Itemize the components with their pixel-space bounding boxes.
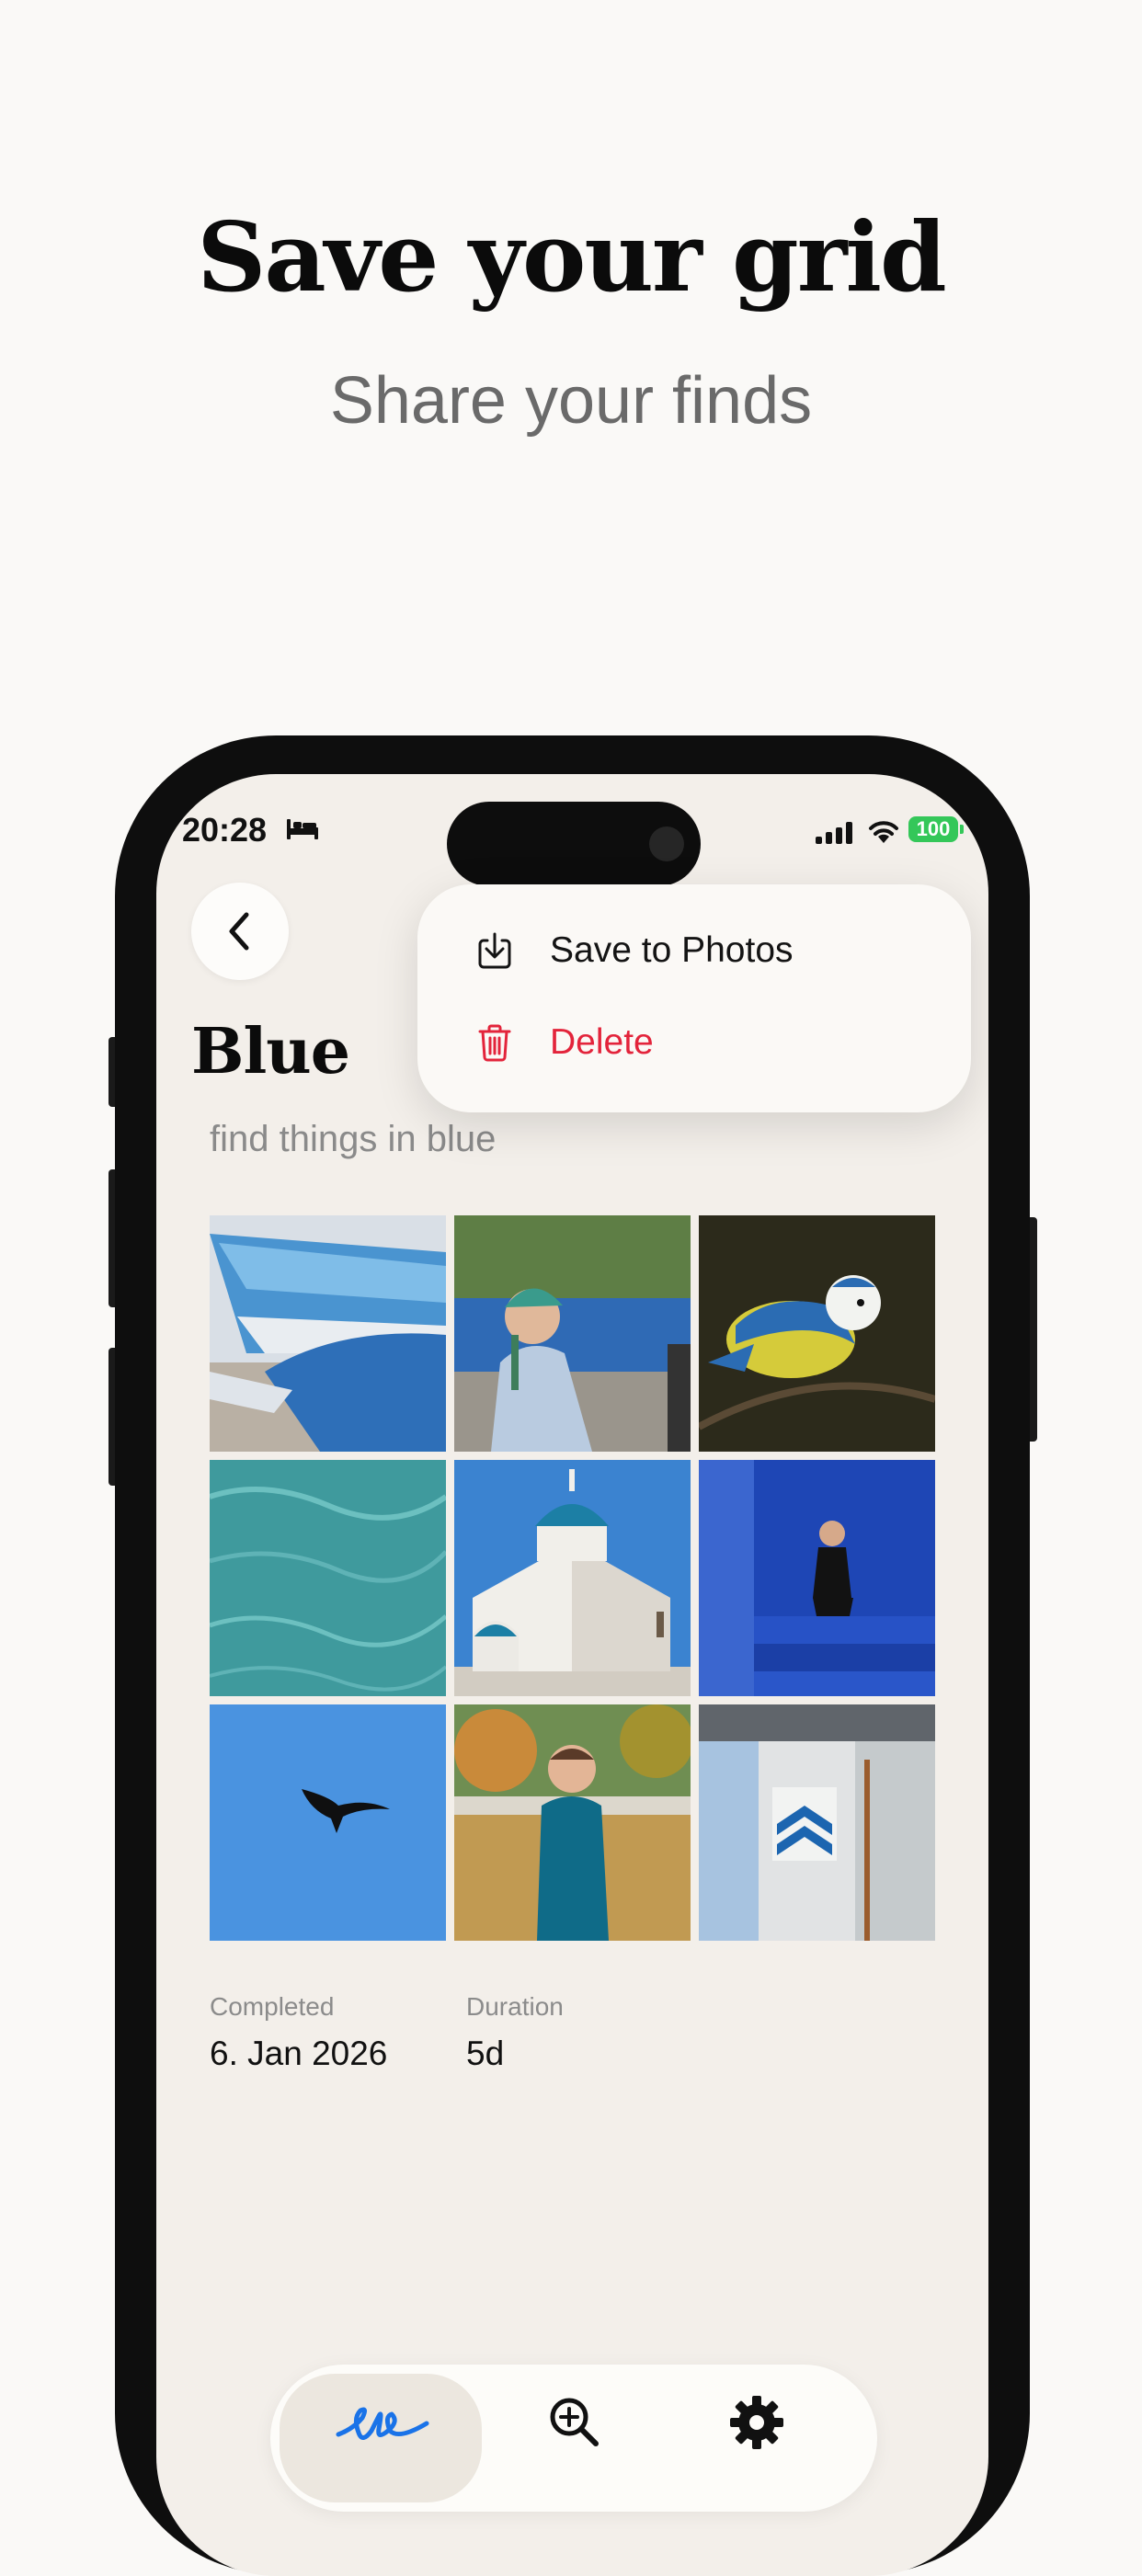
chevron-left-icon — [229, 912, 249, 951]
back-button[interactable] — [191, 883, 289, 980]
delete-button[interactable]: Delete — [417, 997, 971, 1089]
bed-icon — [287, 819, 318, 839]
photo-turquoise-water[interactable] — [210, 1460, 446, 1696]
download-icon — [478, 932, 511, 969]
duration-label: Duration — [466, 1992, 564, 2021]
photo-bird-in-sky[interactable] — [210, 1704, 446, 1941]
photo-man-in-blue-kurta[interactable] — [454, 1704, 691, 1941]
completed-stat: Completed 6. Jan 2026 — [210, 1992, 387, 2073]
photo-man-with-turban[interactable] — [454, 1215, 691, 1452]
context-menu: Save to Photos Delete — [417, 884, 971, 1112]
grid-title: Blue — [191, 1015, 350, 1089]
tab-bar — [270, 2365, 877, 2512]
save-to-photos-button[interactable]: Save to Photos — [417, 905, 971, 997]
front-camera — [649, 826, 684, 861]
tab-discover[interactable] — [491, 2374, 657, 2502]
photo-white-chapel[interactable] — [454, 1460, 691, 1696]
grid-subtitle: find things in blue — [210, 1119, 497, 1159]
photo-building-blue-chevron-sign[interactable] — [699, 1704, 935, 1941]
trash-icon — [478, 1024, 511, 1062]
hero-title: Save your grid — [197, 200, 946, 313]
battery-icon: 100 — [908, 816, 958, 842]
status-time: 20:28 — [182, 811, 268, 849]
duration-value: 5d — [466, 2035, 505, 2072]
dynamic-island — [447, 802, 701, 886]
photo-grid — [210, 1215, 936, 1942]
wifi-icon — [869, 821, 898, 843]
phone-screen: 20:28 100 Blue find things in blue Save … — [156, 774, 988, 2576]
completed-label: Completed — [210, 1992, 335, 2021]
signal-icon — [816, 822, 852, 844]
zoom-search-icon — [550, 2398, 599, 2446]
battery-cap — [960, 825, 964, 834]
photo-blue-car-fin[interactable] — [210, 1215, 446, 1452]
tab-settings[interactable] — [675, 2374, 840, 2502]
hero-subtitle: Share your finds — [329, 364, 813, 438]
delete-label: Delete — [550, 1022, 654, 1062]
gear-icon — [730, 2396, 783, 2449]
photo-blue-tit-bird[interactable] — [699, 1215, 935, 1452]
tab-grids[interactable] — [280, 2374, 482, 2502]
photo-person-on-blue-stairs[interactable] — [699, 1460, 935, 1696]
duration-stat: Duration 5d — [466, 1992, 564, 2073]
save-to-photos-label: Save to Photos — [550, 930, 794, 970]
signature-logo-icon — [336, 2407, 429, 2440]
completed-value: 6. Jan 2026 — [210, 2035, 388, 2072]
